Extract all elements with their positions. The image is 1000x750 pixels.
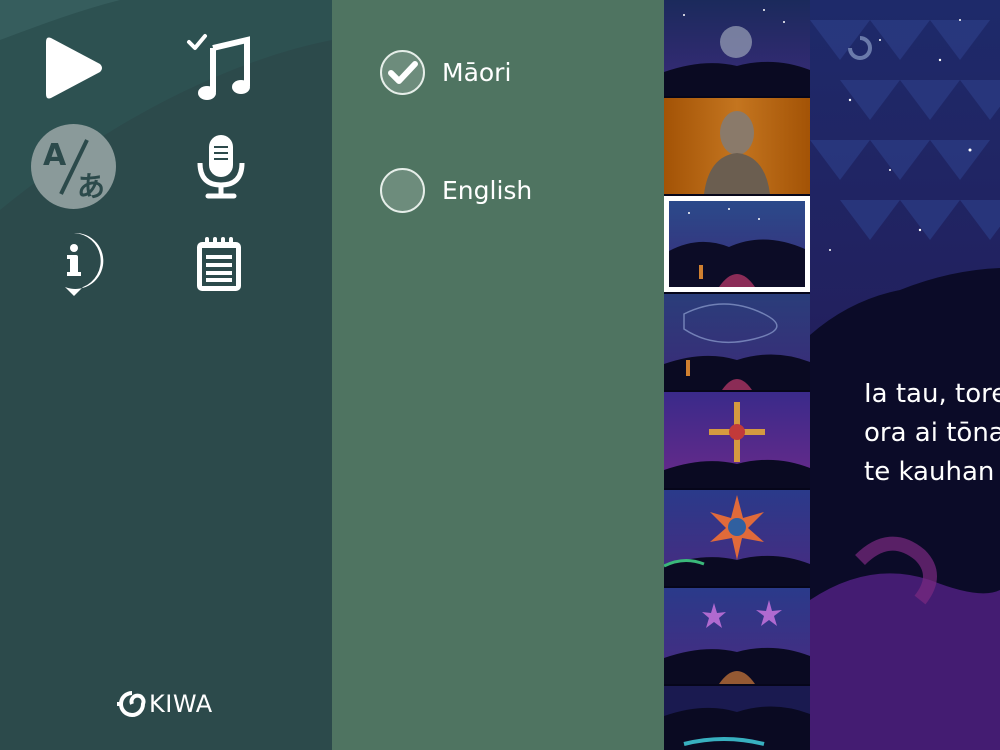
microphone-icon xyxy=(197,135,245,199)
language-option-maori[interactable]: Māori xyxy=(380,50,511,95)
info-icon xyxy=(53,232,104,296)
background-swoosh xyxy=(0,0,332,210)
record-button[interactable] xyxy=(193,132,249,202)
language-button[interactable]: A あ xyxy=(31,124,116,209)
scene-thumbnail[interactable] xyxy=(664,98,810,194)
language-label: Māori xyxy=(442,58,512,87)
logo-text: KIWA xyxy=(149,690,213,718)
scene-thumbnail[interactable] xyxy=(664,588,810,684)
song-select-button[interactable] xyxy=(185,30,255,104)
kiwa-logo: KIWA xyxy=(117,690,213,718)
scene-view: Ia tau, tore ora ai tōna te kauhan xyxy=(810,0,1000,750)
scene-thumbnail[interactable] xyxy=(664,0,810,96)
lyrics-line: te kauhan xyxy=(864,457,995,487)
language-panel: Māori English xyxy=(332,0,664,750)
scene-thumbnail[interactable] xyxy=(664,686,810,750)
radio-checked[interactable] xyxy=(380,50,425,95)
scene-thumbnail[interactable] xyxy=(664,490,810,586)
language-option-english[interactable]: English xyxy=(380,168,532,213)
svg-text:あ: あ xyxy=(77,170,105,202)
radio-unchecked[interactable] xyxy=(380,168,425,213)
checkmark-icon xyxy=(387,60,418,84)
lyrics-text: Ia tau, tore ora ai tōna te kauhan xyxy=(864,375,1000,492)
lyrics-line: Ia tau, tore xyxy=(864,379,1000,409)
side-menu: A あ KIWA xyxy=(0,0,332,750)
notepad-icon xyxy=(197,237,241,291)
translate-icon: A あ xyxy=(43,138,105,202)
scene-thumbnail[interactable] xyxy=(664,294,810,390)
play-button[interactable] xyxy=(38,30,110,106)
scene-thumbnail[interactable] xyxy=(664,392,810,488)
music-check-icon xyxy=(187,34,250,100)
scene-thumbnail-selected[interactable] xyxy=(664,196,810,292)
svg-text:A: A xyxy=(43,138,67,173)
play-icon xyxy=(46,37,102,99)
notes-button[interactable] xyxy=(193,234,245,294)
scene-thumbnail-strip[interactable] xyxy=(664,0,810,750)
language-label: English xyxy=(442,176,533,205)
koru-logo-icon xyxy=(117,691,146,717)
lyrics-line: ora ai tōna xyxy=(864,418,1000,448)
info-button[interactable] xyxy=(42,230,106,298)
